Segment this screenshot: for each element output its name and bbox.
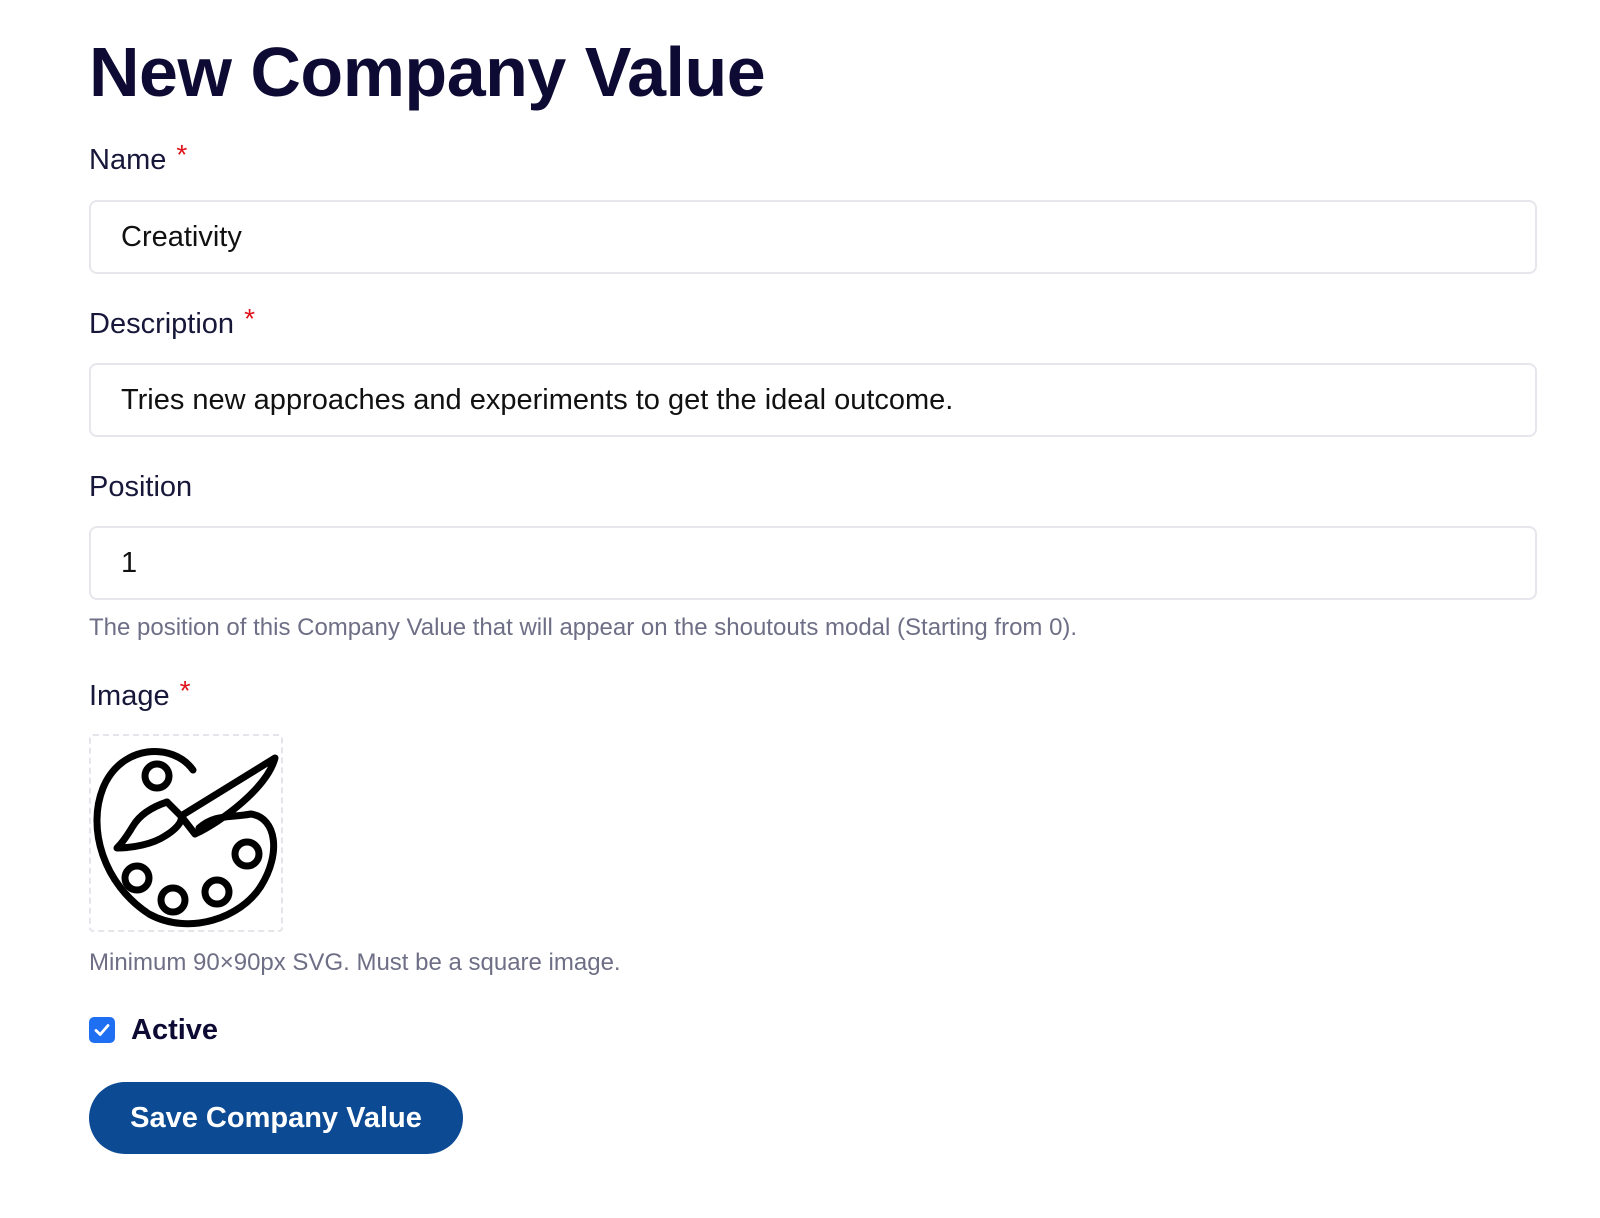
position-input[interactable] — [89, 526, 1537, 600]
name-required-marker: * — [176, 139, 188, 170]
image-required-marker: * — [179, 675, 191, 706]
page-title: New Company Value — [89, 33, 766, 111]
description-required-marker: * — [244, 303, 255, 334]
description-input[interactable] — [89, 363, 1537, 437]
active-checkbox[interactable] — [89, 1017, 115, 1043]
description-label-text: Description — [89, 308, 235, 340]
paint-palette-icon — [93, 747, 279, 928]
save-company-value-button[interactable]: Save Company Value — [89, 1082, 463, 1154]
active-checkbox-label: Active — [131, 1014, 219, 1046]
position-help-text: The position of this Company Value that … — [89, 614, 1078, 641]
description-label: Description * — [89, 303, 255, 341]
name-input[interactable] — [89, 200, 1537, 274]
name-label-text: Name — [89, 144, 167, 176]
image-label-text: Image — [89, 680, 170, 712]
image-label: Image * — [89, 675, 191, 713]
image-help-text: Minimum 90×90px SVG. Must be a square im… — [89, 949, 621, 976]
active-checkbox-row[interactable]: Active — [89, 1013, 218, 1047]
name-label: Name * — [89, 139, 187, 177]
checkmark-icon — [94, 1024, 110, 1036]
position-label: Position — [89, 471, 193, 503]
image-upload-dropzone[interactable] — [89, 734, 283, 932]
